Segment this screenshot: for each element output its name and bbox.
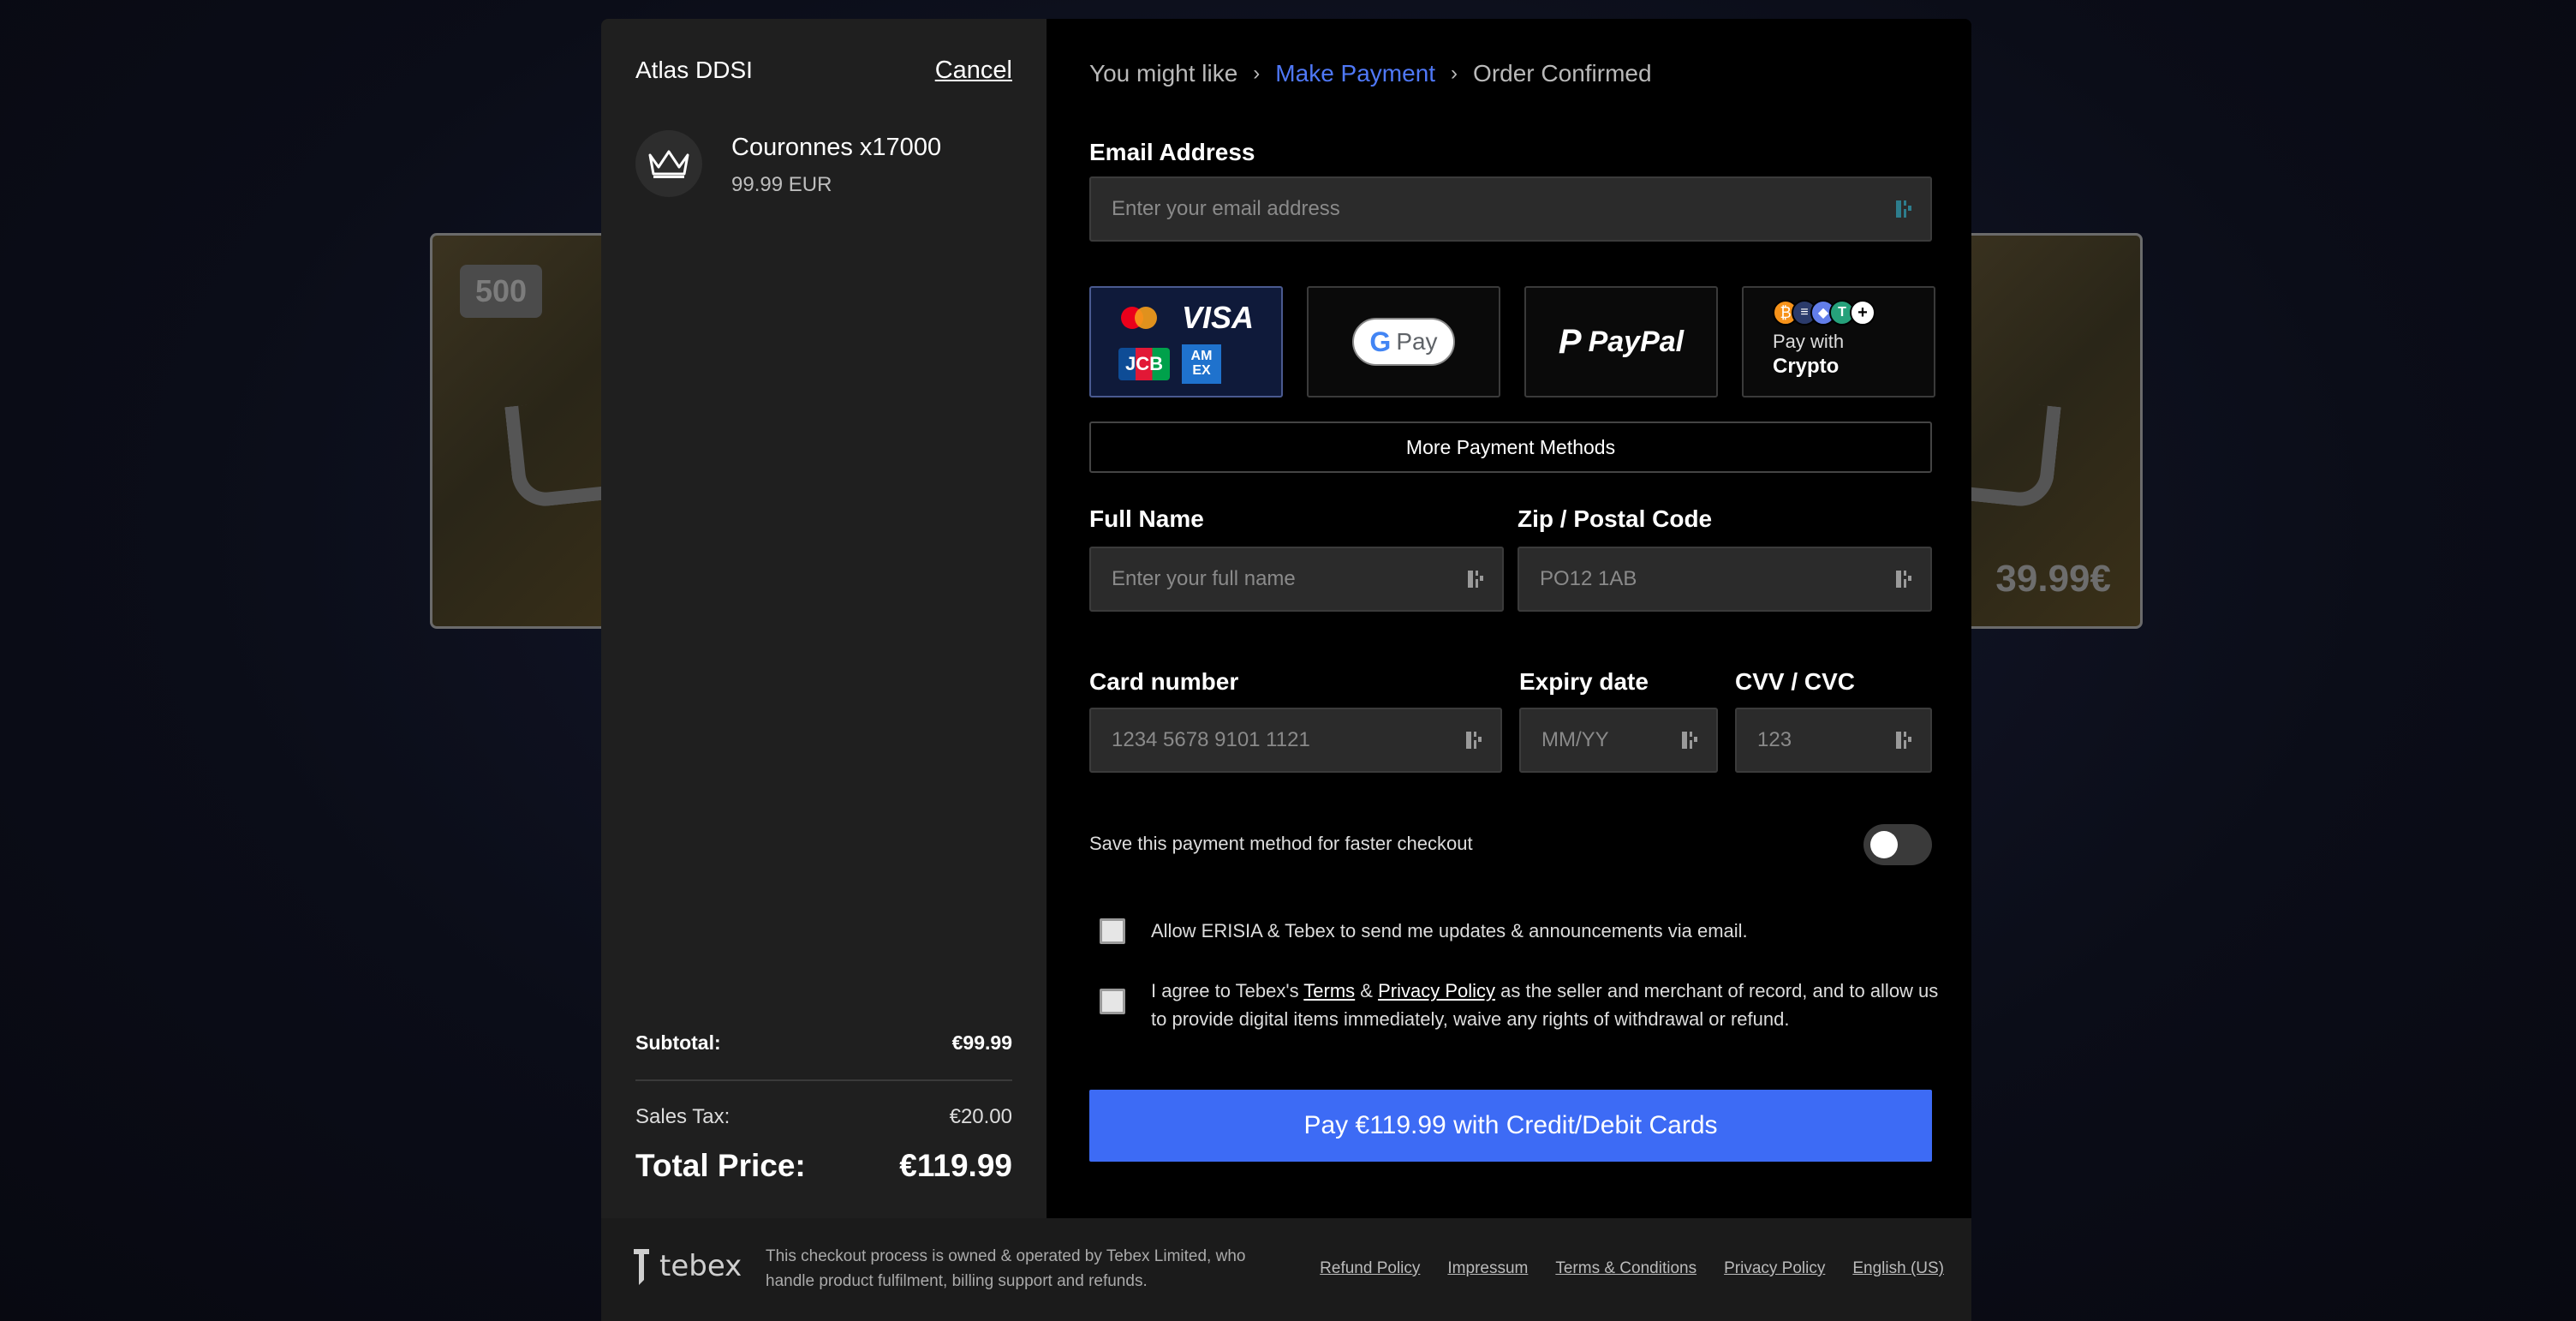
email-label: Email Address bbox=[1089, 139, 1255, 165]
terms-consent-checkbox[interactable] bbox=[1100, 989, 1125, 1014]
cvv-label: CVV / CVC bbox=[1735, 668, 1856, 695]
email-field[interactable]: Enter your email address bbox=[1089, 176, 1932, 242]
product-name: Couronnes x17000 bbox=[731, 134, 942, 161]
dashlane-icon[interactable] bbox=[1464, 728, 1483, 752]
full-name-label: Full Name bbox=[1089, 505, 1204, 532]
cancel-link[interactable]: Cancel bbox=[935, 57, 1012, 85]
paypal-p-icon: P bbox=[1558, 322, 1582, 361]
crown-icon bbox=[648, 150, 689, 178]
crypto-line1: Pay with bbox=[1773, 331, 1845, 352]
order-summary-panel: Atlas DDSI Cancel Couronnes x17000 99.99… bbox=[601, 19, 1046, 1218]
paypal-label: PayPal bbox=[1588, 325, 1685, 358]
zip-label: Zip / Postal Code bbox=[1518, 505, 1713, 532]
crypto-option[interactable]: ₿ ≡ ◆ T + Pay with Crypto bbox=[1742, 286, 1935, 397]
google-pay-label: Pay bbox=[1396, 328, 1438, 355]
terms-conditions-link[interactable]: Terms & Conditions bbox=[1555, 1259, 1696, 1278]
terms-link[interactable]: Terms bbox=[1303, 980, 1355, 1001]
subtotal-label: Subtotal: bbox=[635, 1031, 721, 1054]
privacy-policy-link[interactable]: Privacy Policy bbox=[1378, 980, 1495, 1001]
amex-logo: AM EX bbox=[1181, 344, 1221, 384]
dashlane-icon[interactable] bbox=[1894, 197, 1913, 221]
expiry-field[interactable]: MM/YY bbox=[1519, 708, 1718, 773]
footer-links: Refund Policy Impressum Terms & Conditio… bbox=[1320, 1259, 1944, 1278]
dashlane-icon[interactable] bbox=[1466, 567, 1485, 591]
paypal-logo: P PayPal bbox=[1559, 323, 1684, 362]
save-payment-label: Save this payment method for faster chec… bbox=[1089, 833, 1473, 854]
sales-tax-row: Sales Tax: €20.00 bbox=[635, 1105, 1012, 1129]
full-name-placeholder: Enter your full name bbox=[1112, 567, 1296, 590]
breadcrumb-order-confirmed: Order Confirmed bbox=[1473, 60, 1652, 87]
crypto-line2: Crypto bbox=[1773, 355, 1840, 378]
more-payment-methods-button[interactable]: More Payment Methods bbox=[1089, 421, 1932, 473]
impressum-link[interactable]: Impressum bbox=[1447, 1259, 1528, 1278]
total-row: Total Price: €119.99 bbox=[635, 1148, 1012, 1184]
crypto-coin-icons: ₿ ≡ ◆ T + bbox=[1773, 300, 1875, 326]
checkout-footer: tebex This checkout process is owned & o… bbox=[601, 1218, 1971, 1321]
zip-field[interactable]: PO12 1AB bbox=[1518, 547, 1932, 612]
dashlane-icon[interactable] bbox=[1894, 567, 1913, 591]
tebex-icon bbox=[634, 1249, 649, 1285]
tebex-logo[interactable]: tebex bbox=[629, 1244, 742, 1288]
zip-placeholder: PO12 1AB bbox=[1540, 567, 1637, 590]
subtotal-row: Subtotal: €99.99 bbox=[635, 1031, 1012, 1055]
agree-amp: & bbox=[1355, 980, 1379, 1001]
plus-icon: + bbox=[1850, 300, 1875, 326]
sales-tax-value: €20.00 bbox=[949, 1105, 1012, 1128]
cvv-placeholder: 123 bbox=[1757, 728, 1792, 751]
subtotal-value: €99.99 bbox=[951, 1031, 1012, 1054]
divider bbox=[635, 1079, 1012, 1081]
checkout-modal: Atlas DDSI Cancel Couronnes x17000 99.99… bbox=[601, 19, 1971, 1321]
store-name: Atlas DDSI bbox=[635, 57, 753, 83]
visa-logo: VISA bbox=[1181, 300, 1255, 336]
language-selector[interactable]: English (US) bbox=[1852, 1259, 1944, 1278]
cvv-field[interactable]: 123 bbox=[1735, 708, 1932, 773]
product-price: 99.99 EUR bbox=[731, 173, 832, 196]
privacy-policy-footer-link[interactable]: Privacy Policy bbox=[1724, 1259, 1825, 1278]
breadcrumb: You might like › Make Payment › Order Co… bbox=[1089, 60, 1652, 87]
refund-policy-link[interactable]: Refund Policy bbox=[1320, 1259, 1420, 1278]
total-value: €119.99 bbox=[899, 1148, 1012, 1183]
breadcrumb-you-might-like[interactable]: You might like bbox=[1089, 60, 1237, 87]
terms-consent-text: I agree to Tebex's Terms & Privacy Polic… bbox=[1151, 977, 1939, 1033]
agree-prefix: I agree to Tebex's bbox=[1151, 980, 1304, 1001]
footer-note: This checkout process is owned & operate… bbox=[766, 1247, 1246, 1291]
card-payment-option[interactable]: VISA JCB AM EX bbox=[1089, 286, 1283, 397]
google-g-icon: G bbox=[1369, 326, 1392, 357]
updates-consent-text: Allow ERISIA & Tebex to send me updates … bbox=[1151, 920, 1748, 941]
full-name-field[interactable]: Enter your full name bbox=[1089, 547, 1504, 612]
expiry-placeholder: MM/YY bbox=[1541, 728, 1609, 751]
toggle-knob bbox=[1870, 831, 1898, 858]
expiry-label: Expiry date bbox=[1519, 668, 1649, 695]
jcb-logo: JCB bbox=[1118, 348, 1170, 380]
updates-consent-checkbox[interactable] bbox=[1100, 918, 1125, 944]
paypal-option[interactable]: P PayPal bbox=[1524, 286, 1718, 397]
chevron-right-icon: › bbox=[1253, 62, 1261, 85]
background-card-price: 39.99€ bbox=[1995, 558, 2111, 600]
product-image bbox=[635, 130, 702, 197]
card-number-label: Card number bbox=[1089, 668, 1239, 695]
sales-tax-label: Sales Tax: bbox=[635, 1105, 730, 1128]
total-label: Total Price: bbox=[635, 1148, 806, 1183]
card-number-placeholder: 1234 5678 9101 1121 bbox=[1112, 728, 1310, 751]
tebex-wordmark: tebex bbox=[659, 1249, 742, 1283]
card-number-field[interactable]: 1234 5678 9101 1121 bbox=[1089, 708, 1502, 773]
pay-button[interactable]: Pay €119.99 with Credit/Debit Cards bbox=[1089, 1090, 1932, 1162]
mastercard-icon bbox=[1120, 307, 1157, 330]
google-pay-badge: G Pay bbox=[1352, 318, 1455, 366]
background-card-tag: 500 bbox=[460, 265, 543, 318]
dashlane-icon[interactable] bbox=[1894, 728, 1913, 752]
chevron-right-icon: › bbox=[1451, 62, 1458, 85]
crypto-option-content: ₿ ≡ ◆ T + Pay with Crypto bbox=[1773, 300, 1875, 379]
email-placeholder: Enter your email address bbox=[1112, 197, 1340, 220]
save-payment-toggle[interactable] bbox=[1863, 824, 1932, 865]
card-brand-logos: VISA JCB AM EX bbox=[1118, 300, 1254, 384]
dashlane-icon[interactable] bbox=[1680, 728, 1699, 752]
breadcrumb-make-payment[interactable]: Make Payment bbox=[1275, 60, 1435, 87]
payment-panel: You might like › Make Payment › Order Co… bbox=[1046, 19, 1971, 1218]
google-pay-option[interactable]: G Pay bbox=[1307, 286, 1500, 397]
